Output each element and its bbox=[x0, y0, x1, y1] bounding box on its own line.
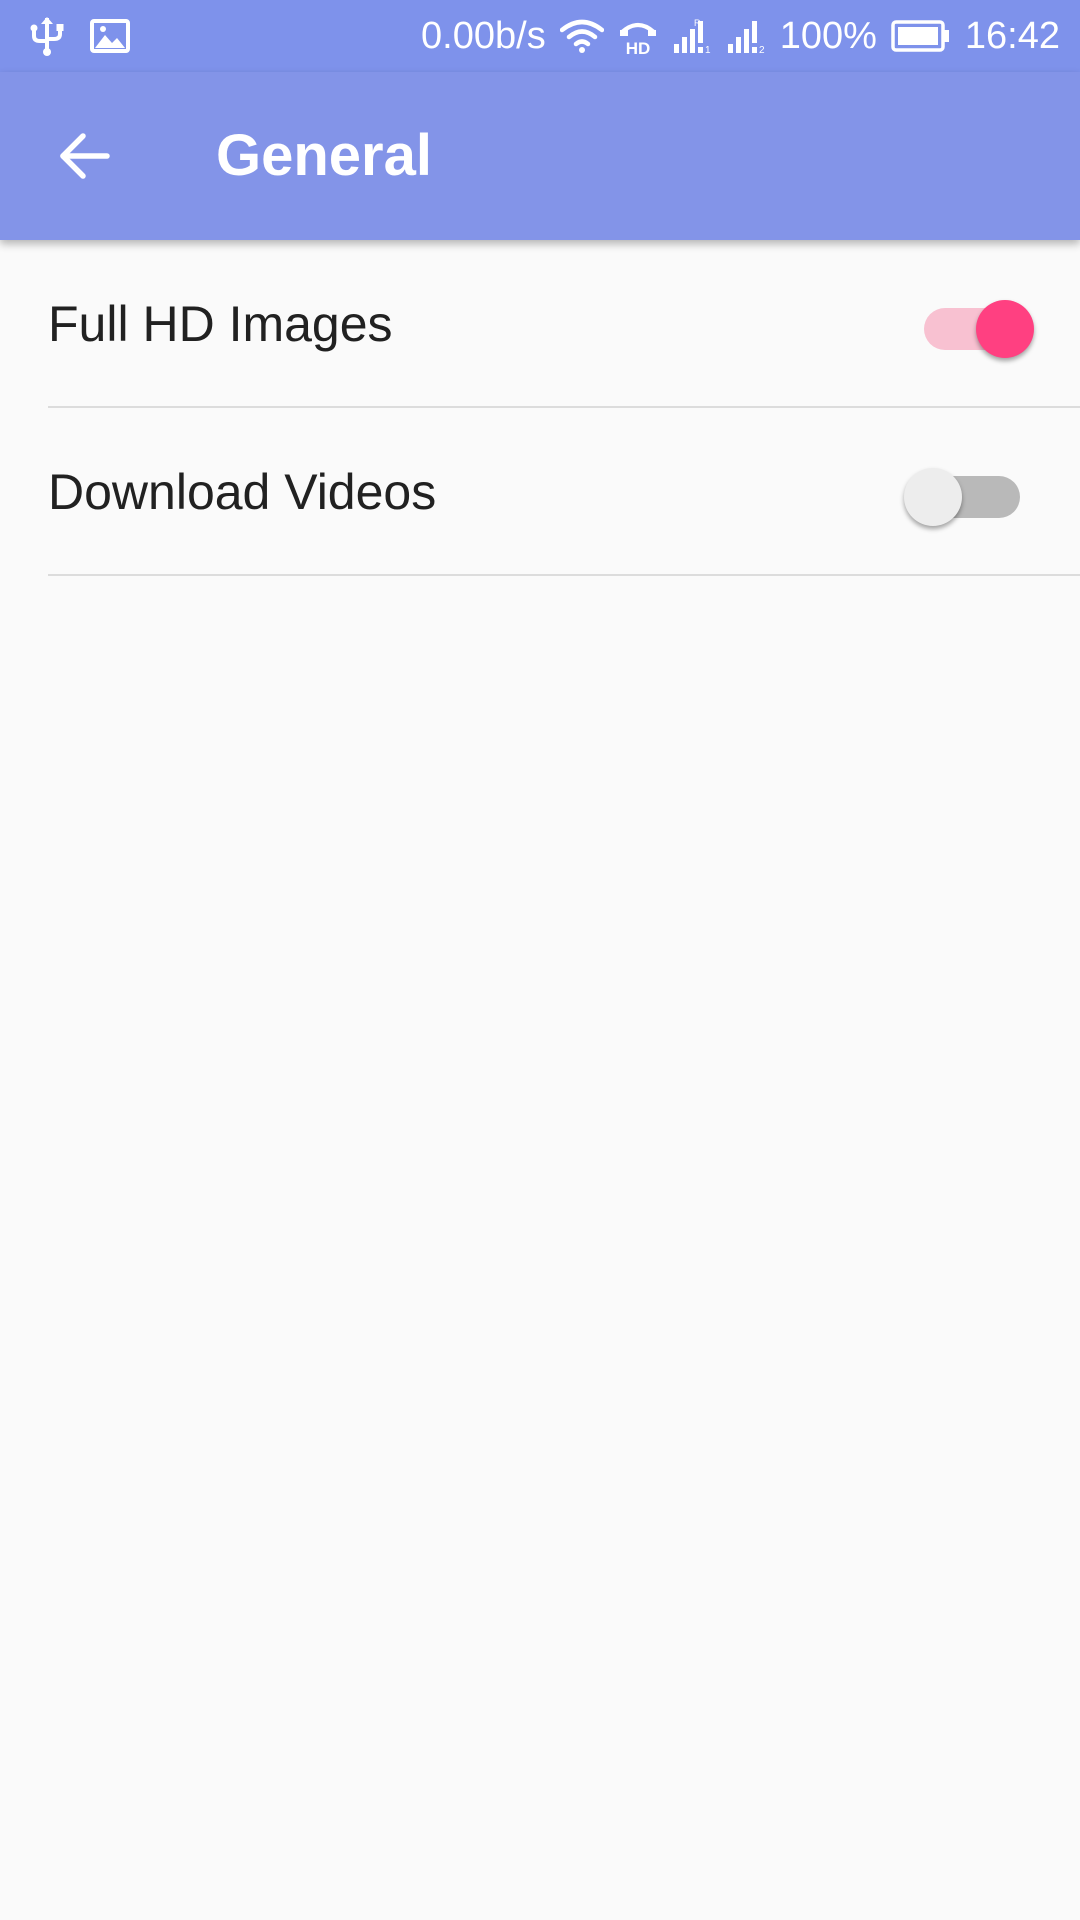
arrow-back-icon bbox=[57, 131, 111, 186]
app-bar: General bbox=[0, 72, 1080, 240]
back-button[interactable] bbox=[38, 112, 130, 204]
battery-percent: 100% bbox=[779, 15, 877, 57]
setting-row-full-hd-images[interactable]: Full HD Images bbox=[0, 240, 1080, 408]
signal-roaming-icon: R 1 bbox=[672, 17, 712, 55]
svg-text:1: 1 bbox=[705, 45, 711, 55]
clock: 16:42 bbox=[964, 15, 1060, 57]
status-bar: 0.00b/s HD R 1 2 100% 16:42 bbox=[0, 0, 1080, 72]
wifi-icon bbox=[559, 19, 604, 53]
hd-voice-icon: HD bbox=[618, 16, 658, 56]
status-bar-left bbox=[30, 0, 130, 72]
setting-label-download-videos: Download Videos bbox=[48, 464, 437, 520]
full-hd-images-toggle[interactable] bbox=[920, 294, 1034, 358]
setting-label-full-hd-images: Full HD Images bbox=[48, 296, 393, 352]
screen: 0.00b/s HD R 1 2 100% 16:42 General Full… bbox=[0, 0, 1080, 1920]
image-notification-icon bbox=[90, 19, 130, 53]
toggle-thumb bbox=[976, 300, 1034, 358]
settings-list: Full HD Images Download Videos bbox=[0, 240, 1080, 576]
download-videos-toggle[interactable] bbox=[904, 462, 1020, 526]
usb-icon bbox=[30, 16, 64, 56]
battery-icon bbox=[891, 20, 951, 52]
toggle-thumb bbox=[904, 468, 962, 526]
setting-row-download-videos[interactable]: Download Videos bbox=[0, 408, 1080, 576]
network-speed: 0.00b/s bbox=[421, 15, 546, 57]
signal-icon: 2 bbox=[726, 17, 766, 55]
page-title: General bbox=[216, 123, 432, 188]
svg-text:2: 2 bbox=[759, 45, 765, 55]
svg-text:R: R bbox=[694, 18, 701, 28]
status-bar-right: 0.00b/s HD R 1 2 100% 16:42 bbox=[421, 0, 1060, 72]
svg-text:HD: HD bbox=[625, 39, 650, 56]
divider bbox=[48, 574, 1080, 576]
